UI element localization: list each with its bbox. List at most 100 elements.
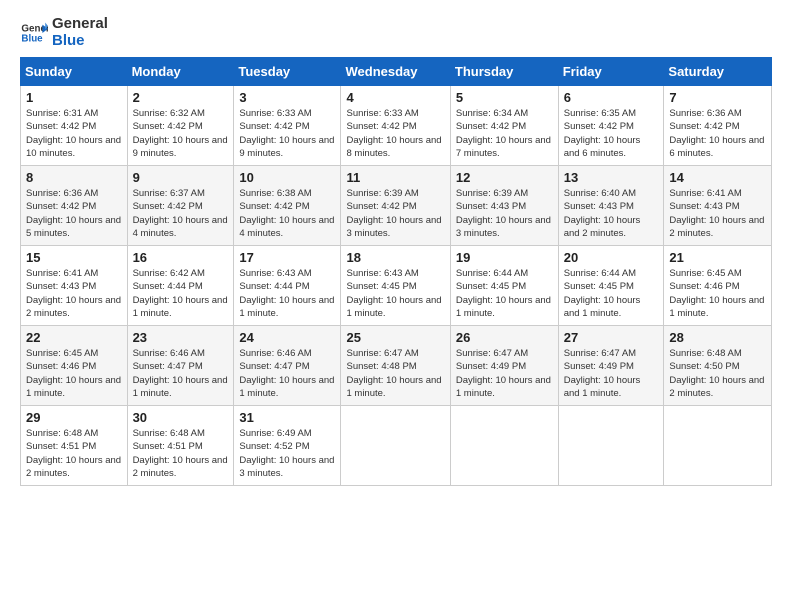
day-info: Sunrise: 6:34 AMSunset: 4:42 PMDaylight:… <box>456 107 553 160</box>
calendar-cell: 23 Sunrise: 6:46 AMSunset: 4:47 PMDayligh… <box>127 326 234 406</box>
day-info: Sunrise: 6:43 AMSunset: 4:44 PMDaylight:… <box>239 267 335 320</box>
day-number: 1 <box>26 90 122 105</box>
day-number: 15 <box>26 250 122 265</box>
day-number: 27 <box>564 330 659 345</box>
day-number: 10 <box>239 170 335 185</box>
calendar-cell: 30 Sunrise: 6:48 AMSunset: 4:51 PMDayligh… <box>127 406 234 486</box>
page-header: General Blue General Blue <box>20 16 772 49</box>
day-info: Sunrise: 6:36 AMSunset: 4:42 PMDaylight:… <box>26 187 122 240</box>
day-info: Sunrise: 6:46 AMSunset: 4:47 PMDaylight:… <box>133 347 229 400</box>
day-number: 19 <box>456 250 553 265</box>
calendar-week-row: 1 Sunrise: 6:31 AMSunset: 4:42 PMDaylight… <box>21 86 772 166</box>
day-number: 17 <box>239 250 335 265</box>
day-number: 4 <box>346 90 444 105</box>
calendar-cell: 3 Sunrise: 6:33 AMSunset: 4:42 PMDaylight… <box>234 86 341 166</box>
calendar-table: SundayMondayTuesdayWednesdayThursdayFrid… <box>20 57 772 486</box>
calendar-cell: 1 Sunrise: 6:31 AMSunset: 4:42 PMDaylight… <box>21 86 128 166</box>
calendar-week-row: 29 Sunrise: 6:48 AMSunset: 4:51 PMDayligh… <box>21 406 772 486</box>
day-number: 6 <box>564 90 659 105</box>
calendar-cell: 24Sunrise: 6:46 AMSunset: 4:47 PMDayligh… <box>234 326 341 406</box>
day-info: Sunrise: 6:47 AMSunset: 4:49 PMDaylight:… <box>564 347 659 400</box>
day-info: Sunrise: 6:31 AMSunset: 4:42 PMDaylight:… <box>26 107 122 160</box>
day-number: 26 <box>456 330 553 345</box>
calendar-cell: 22Sunrise: 6:45 AMSunset: 4:46 PMDayligh… <box>21 326 128 406</box>
calendar-cell: 7Sunrise: 6:36 AMSunset: 4:42 PMDaylight… <box>664 86 772 166</box>
calendar-cell: 14 Sunrise: 6:41 AMSunset: 4:43 PMDayligh… <box>664 166 772 246</box>
day-info: Sunrise: 6:33 AMSunset: 4:42 PMDaylight:… <box>346 107 444 160</box>
calendar-cell <box>664 406 772 486</box>
day-info: Sunrise: 6:39 AMSunset: 4:42 PMDaylight:… <box>346 187 444 240</box>
calendar-cell: 25Sunrise: 6:47 AMSunset: 4:48 PMDayligh… <box>341 326 450 406</box>
day-number: 30 <box>133 410 229 425</box>
calendar-cell: 21 Sunrise: 6:45 AMSunset: 4:46 PMDayligh… <box>664 246 772 326</box>
calendar-cell: 9 Sunrise: 6:37 AMSunset: 4:42 PMDaylight… <box>127 166 234 246</box>
day-info: Sunrise: 6:39 AMSunset: 4:43 PMDaylight:… <box>456 187 553 240</box>
day-info: Sunrise: 6:41 AMSunset: 4:43 PMDaylight:… <box>26 267 122 320</box>
calendar-cell: 10 Sunrise: 6:38 AMSunset: 4:42 PMDayligh… <box>234 166 341 246</box>
calendar-body: 1 Sunrise: 6:31 AMSunset: 4:42 PMDaylight… <box>21 86 772 486</box>
calendar-cell: 20Sunrise: 6:44 AMSunset: 4:45 PMDayligh… <box>558 246 664 326</box>
calendar-cell: 27 Sunrise: 6:47 AMSunset: 4:49 PMDayligh… <box>558 326 664 406</box>
day-info: Sunrise: 6:37 AMSunset: 4:42 PMDaylight:… <box>133 187 229 240</box>
day-number: 9 <box>133 170 229 185</box>
weekday-header: Monday <box>127 58 234 86</box>
weekday-header: Saturday <box>664 58 772 86</box>
calendar-cell <box>558 406 664 486</box>
day-number: 16 <box>133 250 229 265</box>
calendar-cell <box>450 406 558 486</box>
weekday-header: Wednesday <box>341 58 450 86</box>
calendar-cell: 12 Sunrise: 6:39 AMSunset: 4:43 PMDayligh… <box>450 166 558 246</box>
day-info: Sunrise: 6:33 AMSunset: 4:42 PMDaylight:… <box>239 107 335 160</box>
day-number: 14 <box>669 170 766 185</box>
day-info: Sunrise: 6:49 AMSunset: 4:52 PMDaylight:… <box>239 427 335 480</box>
day-number: 11 <box>346 170 444 185</box>
day-number: 31 <box>239 410 335 425</box>
logo-icon: General Blue <box>20 19 48 47</box>
logo: General Blue General Blue <box>20 16 108 49</box>
weekday-header: Sunday <box>21 58 128 86</box>
day-info: Sunrise: 6:38 AMSunset: 4:42 PMDaylight:… <box>239 187 335 240</box>
day-number: 12 <box>456 170 553 185</box>
calendar-page: General Blue General Blue SundayMondayTu… <box>0 0 792 612</box>
day-number: 21 <box>669 250 766 265</box>
day-number: 29 <box>26 410 122 425</box>
day-info: Sunrise: 6:48 AMSunset: 4:51 PMDaylight:… <box>26 427 122 480</box>
calendar-cell: 6 Sunrise: 6:35 AMSunset: 4:42 PMDaylight… <box>558 86 664 166</box>
calendar-cell: 11 Sunrise: 6:39 AMSunset: 4:42 PMDayligh… <box>341 166 450 246</box>
weekday-header: Friday <box>558 58 664 86</box>
day-info: Sunrise: 6:41 AMSunset: 4:43 PMDaylight:… <box>669 187 766 240</box>
day-number: 23 <box>133 330 229 345</box>
calendar-cell: 8 Sunrise: 6:36 AMSunset: 4:42 PMDaylight… <box>21 166 128 246</box>
day-number: 28 <box>669 330 766 345</box>
day-number: 13 <box>564 170 659 185</box>
day-info: Sunrise: 6:47 AMSunset: 4:49 PMDaylight:… <box>456 347 553 400</box>
calendar-cell <box>341 406 450 486</box>
calendar-cell: 26 Sunrise: 6:47 AMSunset: 4:49 PMDayligh… <box>450 326 558 406</box>
logo-line1: General <box>52 16 108 33</box>
day-info: Sunrise: 6:47 AMSunset: 4:48 PMDaylight:… <box>346 347 444 400</box>
svg-text:Blue: Blue <box>21 33 43 44</box>
calendar-week-row: 8 Sunrise: 6:36 AMSunset: 4:42 PMDaylight… <box>21 166 772 246</box>
day-info: Sunrise: 6:35 AMSunset: 4:42 PMDaylight:… <box>564 107 659 160</box>
calendar-cell: 31 Sunrise: 6:49 AMSunset: 4:52 PMDayligh… <box>234 406 341 486</box>
day-number: 8 <box>26 170 122 185</box>
day-info: Sunrise: 6:44 AMSunset: 4:45 PMDaylight:… <box>564 267 659 320</box>
calendar-cell: 28 Sunrise: 6:48 AMSunset: 4:50 PMDayligh… <box>664 326 772 406</box>
calendar-cell: 2Sunrise: 6:32 AMSunset: 4:42 PMDaylight… <box>127 86 234 166</box>
day-info: Sunrise: 6:42 AMSunset: 4:44 PMDaylight:… <box>133 267 229 320</box>
day-info: Sunrise: 6:48 AMSunset: 4:50 PMDaylight:… <box>669 347 766 400</box>
day-info: Sunrise: 6:45 AMSunset: 4:46 PMDaylight:… <box>669 267 766 320</box>
day-info: Sunrise: 6:48 AMSunset: 4:51 PMDaylight:… <box>133 427 229 480</box>
calendar-cell: 19Sunrise: 6:44 AMSunset: 4:45 PMDayligh… <box>450 246 558 326</box>
calendar-header-row: SundayMondayTuesdayWednesdayThursdayFrid… <box>21 58 772 86</box>
day-number: 7 <box>669 90 766 105</box>
weekday-header: Thursday <box>450 58 558 86</box>
calendar-cell: 13 Sunrise: 6:40 AMSunset: 4:43 PMDayligh… <box>558 166 664 246</box>
calendar-cell: 16 Sunrise: 6:42 AMSunset: 4:44 PMDayligh… <box>127 246 234 326</box>
day-number: 24 <box>239 330 335 345</box>
calendar-cell: 29 Sunrise: 6:48 AMSunset: 4:51 PMDayligh… <box>21 406 128 486</box>
logo-line2: Blue <box>52 33 108 50</box>
calendar-week-row: 15 Sunrise: 6:41 AMSunset: 4:43 PMDayligh… <box>21 246 772 326</box>
day-number: 3 <box>239 90 335 105</box>
day-info: Sunrise: 6:40 AMSunset: 4:43 PMDaylight:… <box>564 187 659 240</box>
